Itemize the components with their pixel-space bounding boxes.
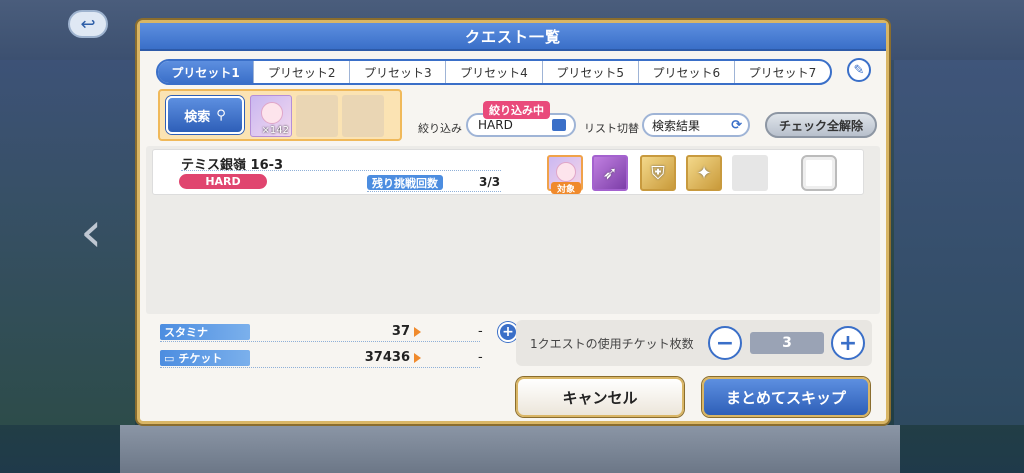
quest-row[interactable]: テミス銀嶺 16-3 HARD 残り挑戦回数 3/3 対象 ➶ ⛨ ✦ bbox=[152, 149, 864, 195]
attempts-value: 3/3 bbox=[479, 175, 501, 189]
character-slot-3[interactable] bbox=[342, 95, 384, 137]
quest-checkbox[interactable] bbox=[801, 155, 837, 191]
tab-preset-6[interactable]: プリセット6 bbox=[639, 61, 735, 83]
list-switch-select[interactable]: 検索結果 ⟳ bbox=[642, 113, 750, 137]
search-button[interactable]: 検索 ⚲ bbox=[166, 96, 244, 134]
divider bbox=[181, 170, 501, 171]
back-icon[interactable]: ↩ bbox=[68, 10, 108, 38]
character-slot-1[interactable]: ×142 bbox=[250, 95, 292, 137]
character-portrait bbox=[556, 162, 576, 182]
arrow-right-icon bbox=[414, 353, 421, 363]
search-button-label: 検索 bbox=[184, 109, 211, 125]
tab-preset-1[interactable]: プリセット1 bbox=[158, 61, 255, 83]
tab-preset-7[interactable]: プリセット7 bbox=[735, 61, 830, 83]
increase-button[interactable]: + bbox=[831, 326, 865, 360]
ticket-row: ▭ チケット 37436 - bbox=[160, 350, 520, 368]
character-count: ×142 bbox=[261, 125, 289, 136]
character-slot-2[interactable] bbox=[296, 95, 338, 137]
arrow-right-icon bbox=[414, 327, 421, 337]
background-left bbox=[0, 60, 135, 425]
stamina-after: - bbox=[478, 324, 483, 339]
ticket-label: ▭ チケット bbox=[160, 350, 250, 366]
character-portrait bbox=[261, 102, 283, 124]
divider bbox=[160, 367, 480, 368]
tab-preset-3[interactable]: プリセット3 bbox=[350, 61, 447, 83]
drop-item-empty bbox=[732, 155, 768, 191]
preset-tabs: プリセット1 プリセット2 プリセット3 プリセット4 プリセット5 プリセット… bbox=[156, 59, 832, 85]
target-tag: 対象 bbox=[551, 182, 581, 195]
cancel-button[interactable]: キャンセル bbox=[516, 377, 684, 417]
background-right bbox=[894, 60, 1024, 425]
armor-icon: ⛨ bbox=[651, 162, 665, 184]
refresh-icon: ⟳ bbox=[731, 118, 742, 133]
filter-value: HARD bbox=[478, 118, 513, 132]
pencil-icon[interactable]: ✎ bbox=[847, 58, 871, 82]
drop-item-3[interactable]: ⛨ bbox=[640, 155, 676, 191]
ticket-label-text: チケット bbox=[178, 352, 223, 365]
background-menu-bar bbox=[120, 425, 900, 473]
ticket-usage-panel: 1クエストの使用チケット枚数 − 3 + bbox=[516, 320, 872, 366]
chevron-left-icon: ‹ bbox=[80, 200, 103, 265]
ticket-after: - bbox=[478, 350, 483, 365]
quest-list-dialog: クエスト一覧 プリセット1 プリセット2 プリセット3 プリセット4 プリセット… bbox=[137, 20, 889, 424]
drop-item-2[interactable]: ➶ bbox=[592, 155, 628, 191]
dialog-title: クエスト一覧 bbox=[464, 27, 561, 46]
ticket-usage-label: 1クエストの使用チケット枚数 bbox=[530, 337, 694, 351]
stamina-row: スタミナ 37 - + bbox=[160, 322, 520, 342]
decrease-button[interactable]: − bbox=[708, 326, 742, 360]
list-switch-label: リスト切替 bbox=[584, 122, 639, 135]
dialog-header: クエスト一覧 bbox=[140, 23, 886, 51]
stamina-value: 37 bbox=[391, 324, 410, 339]
ticket-value: 37436 bbox=[364, 350, 410, 365]
tab-preset-4[interactable]: プリセット4 bbox=[446, 61, 543, 83]
stamina-label: スタミナ bbox=[160, 324, 250, 340]
filter-panel: 絞り込み HARD 絞り込み中 リスト切替 検索結果 ⟳ チェック全解除 bbox=[410, 101, 878, 141]
drop-item-4[interactable]: ✦ bbox=[686, 155, 722, 191]
bow-icon: ➶ bbox=[602, 162, 618, 184]
attempts-label: 残り挑戦回数 bbox=[367, 175, 443, 190]
ticket-icon: ▭ bbox=[164, 351, 175, 365]
ticket-usage-value: 3 bbox=[750, 332, 824, 354]
drop-item-target[interactable]: 対象 bbox=[547, 155, 583, 195]
difficulty-badge: HARD bbox=[179, 174, 267, 189]
add-stamina-button[interactable]: + bbox=[498, 322, 518, 342]
filter-active-badge: 絞り込み中 bbox=[483, 101, 550, 119]
search-icon: ⚲ bbox=[216, 107, 226, 123]
filter-label: 絞り込み bbox=[418, 122, 462, 135]
skip-all-button[interactable]: まとめてスキップ bbox=[702, 377, 870, 417]
tab-preset-5[interactable]: プリセット5 bbox=[543, 61, 639, 83]
copy-icon bbox=[552, 119, 566, 131]
uncheck-all-button[interactable]: チェック全解除 bbox=[765, 112, 877, 138]
quest-list: テミス銀嶺 16-3 HARD 残り挑戦回数 3/3 対象 ➶ ⛨ ✦ bbox=[146, 146, 880, 314]
staff-icon: ✦ bbox=[696, 162, 712, 184]
list-switch-value: 検索結果 bbox=[652, 118, 701, 133]
divider bbox=[367, 191, 501, 192]
divider bbox=[160, 341, 480, 342]
tab-preset-2[interactable]: プリセット2 bbox=[254, 61, 351, 83]
search-panel: 検索 ⚲ ×142 bbox=[158, 89, 402, 141]
